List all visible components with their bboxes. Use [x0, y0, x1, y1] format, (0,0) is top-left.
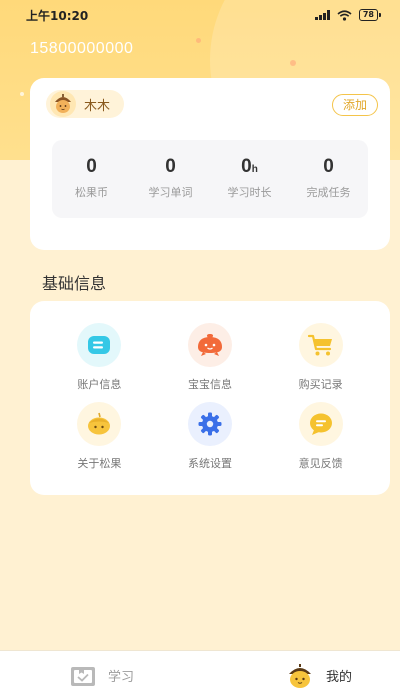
- stat-value: 0: [323, 156, 334, 177]
- child-name: 木木: [84, 98, 111, 114]
- menu-label: 关于松果: [77, 457, 122, 470]
- stat-words: 0 学习单词: [131, 140, 210, 218]
- menu-label: 购买记录: [298, 378, 343, 391]
- menu-label: 意见反馈: [298, 457, 343, 470]
- stat-label: 松果币: [75, 186, 108, 199]
- menu-item-baby[interactable]: 宝宝信息: [155, 323, 266, 402]
- stat-label: 学习单词: [148, 186, 193, 199]
- stat-tasks: 0 完成任务: [289, 140, 368, 218]
- shopping-cart-icon: [298, 323, 343, 367]
- feedback-chat-icon: [298, 402, 343, 446]
- stat-label: 完成任务: [306, 186, 351, 199]
- menu-label: 账户信息: [77, 378, 122, 391]
- stat-value: 0h: [241, 156, 258, 177]
- bottom-tab-bar: 学习 我的: [0, 650, 400, 700]
- status-time: 上午10:20: [26, 8, 89, 23]
- status-icons: 78: [315, 9, 381, 21]
- menu-label: 宝宝信息: [187, 378, 232, 391]
- menu-item-purchases[interactable]: 购买记录: [265, 323, 376, 402]
- user-phone: 15800000000: [30, 40, 134, 57]
- stats-panel: 0 松果币 0 学习单词 0h 学习时长 0 完成任务: [52, 140, 368, 218]
- menu-item-account[interactable]: 账户信息: [44, 323, 155, 402]
- tab-study-label: 学习: [108, 670, 135, 685]
- pinecone-icon: [77, 402, 122, 446]
- tab-mine[interactable]: 我的: [211, 651, 400, 700]
- status-bar: 上午10:20 78: [0, 0, 400, 30]
- acorn-avatar-icon: [50, 91, 76, 117]
- stat-value: 0: [165, 156, 176, 177]
- menu-item-settings[interactable]: 系统设置: [155, 402, 266, 481]
- menu-label: 系统设置: [187, 457, 232, 470]
- profile-card: 木木 添加 0 松果币 0 学习单词 0h 学习时长 0 完成任务: [30, 78, 390, 250]
- tab-study[interactable]: 学习: [0, 651, 211, 700]
- acorn-profile-icon: [288, 663, 311, 688]
- add-child-button[interactable]: 添加: [331, 94, 378, 116]
- section-title: 基础信息: [42, 274, 107, 293]
- child-profile-pill[interactable]: 木木: [46, 90, 125, 118]
- stat-value: 0: [86, 156, 97, 177]
- decor-dot: [290, 60, 296, 66]
- menu-item-feedback[interactable]: 意见反馈: [265, 402, 376, 481]
- decor-dot: [196, 38, 201, 43]
- battery-icon: 78: [358, 9, 381, 21]
- wifi-icon: [337, 9, 352, 21]
- account-card-icon: [77, 323, 122, 367]
- signal-icon: [315, 10, 330, 20]
- decor-dot: [20, 92, 24, 96]
- baby-icon: [187, 323, 232, 367]
- tab-mine-label: 我的: [325, 670, 352, 685]
- gear-icon: [187, 402, 232, 446]
- stat-duration: 0h 学习时长: [210, 140, 289, 218]
- stat-label: 学习时长: [227, 186, 272, 199]
- basic-info-menu: 账户信息 宝宝信息 购买记录 关于松果 系统设置 意见反馈: [30, 301, 390, 495]
- stat-coins: 0 松果币: [52, 140, 131, 218]
- menu-item-about[interactable]: 关于松果: [44, 402, 155, 481]
- study-book-icon: [71, 666, 95, 686]
